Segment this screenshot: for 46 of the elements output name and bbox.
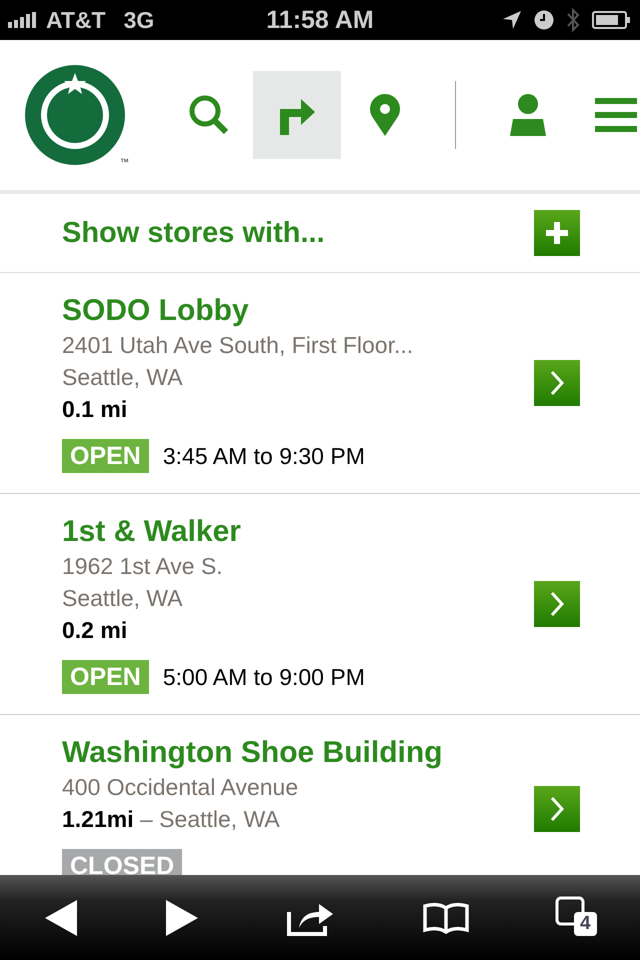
store-city: Seattle, WA (62, 584, 183, 613)
details-button[interactable] (534, 786, 580, 832)
bluetooth-icon (566, 7, 580, 33)
store-hours: 5:00 AM to 9:00 PM (162, 664, 365, 690)
store-distance: 0.1 mi (62, 395, 128, 424)
store-name: SODO Lobby (62, 293, 249, 329)
chevron-right-icon (550, 796, 564, 822)
chevron-right-icon (550, 370, 564, 396)
add-filter-button[interactable] (534, 210, 580, 256)
open-book-icon (422, 902, 470, 934)
status-badge: OPEN (62, 439, 149, 473)
directions-button[interactable] (253, 71, 341, 159)
status-badge: CLOSED (62, 849, 182, 875)
details-button[interactable] (534, 581, 580, 627)
map-pin-icon (369, 94, 401, 136)
chevron-right-icon (550, 591, 564, 617)
store-row[interactable]: SODO Lobby 2401 Utah Ave South, First Floor... Seattle, WA 0.1 mi OPEN 3:45 AM to 9:30 PM (0, 273, 640, 494)
clock-time: 11:58 AM (266, 6, 374, 34)
store-city: Seattle, WA (62, 363, 183, 392)
details-button[interactable] (534, 360, 580, 406)
trademark-mark: ™ (120, 157, 129, 167)
store-address: 400 Occidental Avenue (62, 773, 298, 802)
signal-icon (8, 12, 38, 28)
battery-icon (592, 10, 632, 30)
plus-icon (546, 222, 568, 244)
network-label: 3G (124, 6, 154, 34)
person-icon (510, 94, 546, 136)
store-name: Washington Shoe Building (62, 735, 443, 771)
store-row[interactable]: 1st & Walker 1962 1st Ave S. Seattle, WA 0.2 mi OPEN 5:00 AM to 9:00 PM (0, 494, 640, 715)
store-address: 2401 Utah Ave South, First Floor... (62, 331, 414, 360)
filter-label: Show stores with... (62, 216, 325, 250)
store-distance: 0.2 mi (62, 616, 128, 645)
menu-icon (595, 98, 637, 132)
store-name: 1st & Walker (62, 514, 241, 550)
location-arrow-icon (502, 10, 522, 30)
tab-count: 4 (574, 912, 597, 936)
store-distance: 1.21mi – Seattle, WA (62, 805, 280, 834)
store-address: 1962 1st Ave S. (62, 552, 223, 581)
forward-icon (166, 900, 198, 936)
back-icon (44, 900, 77, 936)
status-badge: OPEN (62, 660, 149, 694)
store-hours: 3:45 AM to 9:30 PM (162, 442, 365, 470)
clock-icon (534, 10, 554, 30)
tabs-button[interactable]: 4 (553, 896, 602, 940)
carrier-label: AT&T (46, 6, 106, 34)
search-icon (188, 94, 230, 136)
